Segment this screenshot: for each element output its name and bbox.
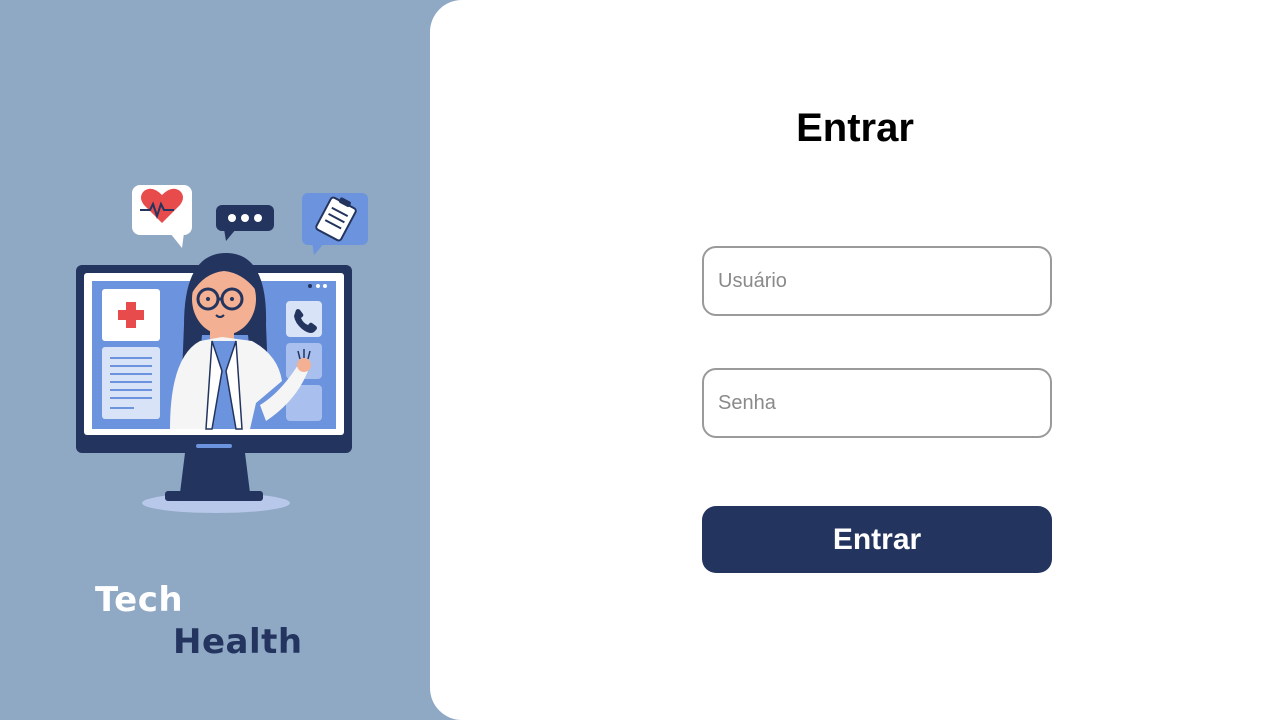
left-panel: Tech Health [0,0,460,720]
telemedicine-illustration [76,185,368,513]
brand-word-health: Health [173,622,303,662]
username-input[interactable] [702,246,1052,316]
login-panel: Entrar Entrar [430,0,1280,720]
brand-word-tech: Tech [95,580,184,620]
login-submit-button[interactable]: Entrar [702,506,1052,573]
chat-bubble-icon [216,205,274,241]
phone-icon [286,301,322,337]
login-title: Entrar [796,106,914,150]
medical-cross-icon [102,289,160,341]
password-input[interactable] [702,368,1052,438]
heart-pulse-icon [132,185,192,248]
clipboard-icon [302,193,368,255]
